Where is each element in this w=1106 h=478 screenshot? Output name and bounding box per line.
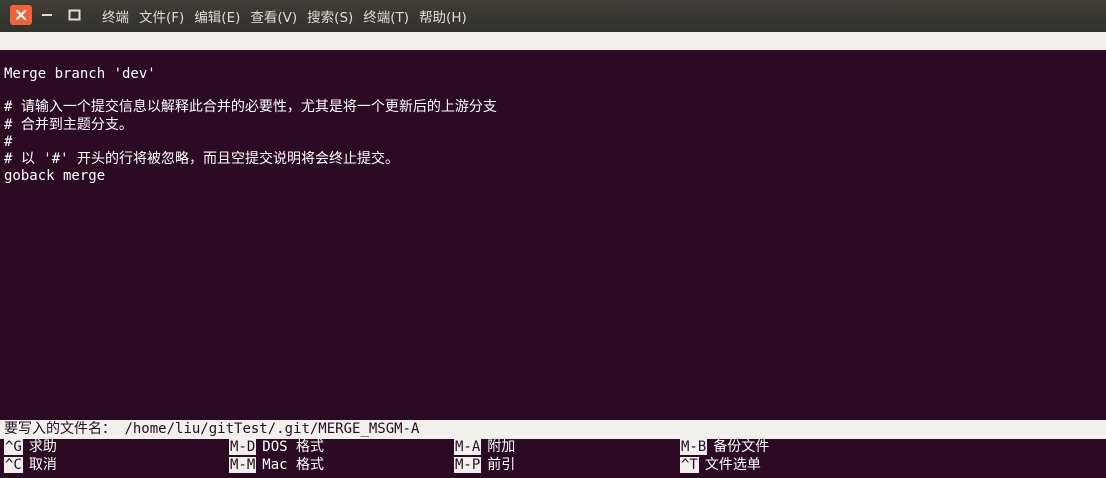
shortcut-cancel[interactable]: ^C 取消 [4,457,57,474]
menu-list: 终端 文件(F) 编辑(E) 查看(V) 搜索(S) 终端(T) 帮助(H) [102,0,467,32]
menu-view[interactable]: 查看(V) [250,6,297,26]
shortcut-key: ^G [4,439,23,455]
shortcut-key: ^T [680,457,699,473]
shortcut-label: Mac 格式 [262,457,325,473]
editor-line[interactable]: # 以 '#' 开头的行将被忽略，而且空提交说明将会终止提交。 [4,150,399,168]
shortcut-label: 取消 [28,457,57,473]
shortcut-row: ^G 求助 M-D DOS 格式 M-A 附加 M-B 备份文件 [0,439,1106,456]
minimize-icon [42,14,52,16]
menu-help[interactable]: 帮助(H) [419,6,467,26]
shortcut-file-browser[interactable]: ^T 文件选单 [680,457,761,474]
shortcut-dos-format[interactable]: M-D DOS 格式 [229,439,324,456]
shortcut-key: M-P [454,457,482,473]
shortcut-prepend[interactable]: M-P 前引 [454,457,515,474]
minimize-button[interactable] [36,5,58,25]
shortcut-backup[interactable]: M-B 备份文件 [680,439,769,456]
menu-terminal[interactable]: 终端 [102,6,129,26]
shortcut-label: DOS 格式 [262,439,325,455]
nano-titlebar: GNU nano 2.5.3 文件： /home/liu/gitTest/.gi… [0,32,1106,103]
filename-prompt-bar[interactable]: 要写入的文件名： /home/liu/gitTest/.git/MERGE_MS… [0,420,1106,439]
shortcut-help[interactable]: ^G 求助 [4,439,57,456]
shortcut-key: M-M [229,457,257,473]
shortcut-append[interactable]: M-A 附加 [454,439,515,456]
maximize-icon [68,9,80,21]
shortcut-key: M-A [454,439,482,455]
shortcut-label: 附加 [487,439,516,455]
shortcut-label: 前引 [487,457,516,473]
shortcut-key: ^C [4,457,23,473]
filename-input[interactable]: /home/liu/gitTest/.git/MERGE_MSGM-A [124,421,419,437]
editor-line[interactable]: # 请输入一个提交信息以解释此合并的必要性，尤其是将一个更新后的上游分支 [4,98,497,116]
maximize-button[interactable] [63,5,85,25]
nano-filename: 文件： /home/liu/gitTest/.git/MERGE_MSG [346,69,675,85]
editor-line[interactable]: # 合并到主题分支。 [4,116,133,134]
close-button[interactable] [10,5,32,25]
shortcut-label: 求助 [28,439,57,455]
nano-modified-status: 已更改 [1058,87,1100,103]
editor-line[interactable]: Merge branch 'dev' [4,65,156,83]
close-icon [16,10,26,20]
terminal-area[interactable]: GNU nano 2.5.3 文件： /home/liu/gitTest/.gi… [0,32,1106,478]
editor-line[interactable]: goback merge [4,167,105,185]
shortcut-mac-format[interactable]: M-M Mac 格式 [229,457,324,474]
shortcut-key: M-B [680,439,708,455]
window-menubar: 终端 文件(F) 编辑(E) 查看(V) 搜索(S) 终端(T) 帮助(H) [0,0,1106,32]
editor-line[interactable]: # [4,133,12,151]
shortcut-label: 文件选单 [704,457,761,473]
menu-terminal-t[interactable]: 终端(T) [363,6,409,26]
shortcut-label: 备份文件 [713,439,770,455]
menu-search[interactable]: 搜索(S) [307,6,353,26]
prompt-label: 要写入的文件名： [4,421,116,437]
shortcut-row: ^C 取消 M-M Mac 格式 M-P 前引 ^T 文件选单 [0,457,1106,474]
menu-edit[interactable]: 编辑(E) [194,6,240,26]
shortcut-key: M-D [229,439,257,455]
menu-file[interactable]: 文件(F) [139,6,184,26]
